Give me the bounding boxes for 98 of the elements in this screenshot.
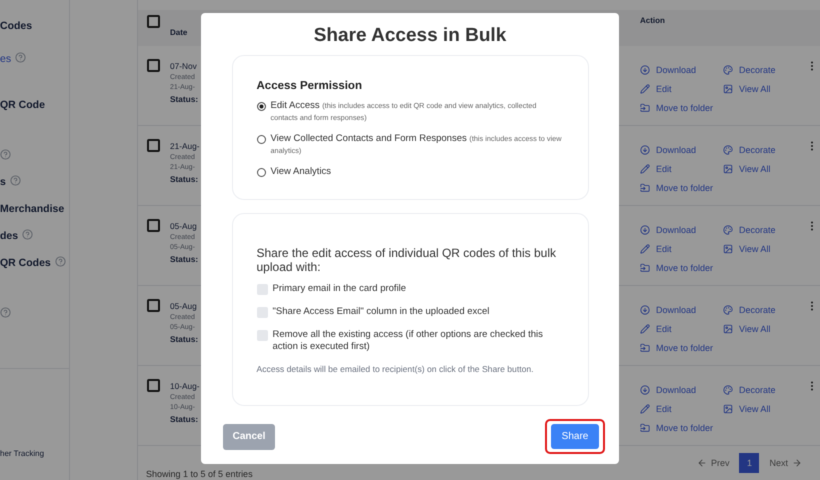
arrow-right-icon: [792, 458, 802, 468]
sidebar-item[interactable]: QR Code: [0, 99, 45, 111]
section-heading: Share the edit access of individual QR codes of this bulk upload with:: [256, 246, 557, 275]
checkbox[interactable]: [256, 284, 268, 295]
checkbox[interactable]: [147, 299, 160, 312]
checkbox[interactable]: [147, 139, 160, 152]
move-link[interactable]: Move to folder: [640, 418, 723, 437]
column-header: Action: [640, 16, 665, 25]
sidebar-item[interactable]: Merchandise: [0, 203, 64, 215]
section-heading: Access Permission: [256, 80, 363, 92]
pencil-icon: [640, 164, 650, 174]
download-link[interactable]: Download: [640, 300, 723, 319]
image-icon: [723, 164, 733, 174]
option-label: Remove all the existing access (if other options are checked this action is executed first): [272, 328, 544, 353]
move-link[interactable]: Move to folder: [640, 178, 723, 197]
edit-link[interactable]: Edit: [640, 319, 723, 338]
share-button[interactable]: Share: [551, 424, 599, 449]
image-icon: [723, 324, 733, 334]
pencil-icon: [640, 244, 650, 254]
download-icon: [640, 304, 650, 314]
info-note: Access details will be emailed to recipient(s) on click of the Share button.: [256, 364, 535, 374]
download-icon: [640, 144, 650, 154]
date-text: 07-Nov: [170, 61, 198, 71]
date-text: 05-Aug: [170, 301, 198, 311]
sidebar-item[interactable]: Codes: [0, 20, 32, 32]
decorate-link[interactable]: Decorate: [723, 220, 806, 239]
decorate-link[interactable]: Decorate: [723, 60, 806, 79]
status-label: Status:: [170, 334, 200, 344]
folder-icon: [640, 262, 650, 272]
edit-link[interactable]: Edit: [640, 239, 723, 258]
radio-button[interactable]: [256, 168, 266, 176]
pencil-icon: [640, 324, 650, 334]
status-label: Status:: [170, 174, 200, 184]
option-label: View Analytics: [270, 166, 332, 178]
download-link[interactable]: Download: [640, 140, 723, 159]
checkbox[interactable]: [147, 59, 160, 72]
arrow-left-icon: [696, 458, 707, 468]
status-label: Status:: [170, 94, 200, 104]
dialog-title: Share Access in Bulk: [314, 25, 506, 47]
pencil-icon: [640, 404, 650, 414]
edit-link[interactable]: Edit: [640, 79, 723, 98]
download-icon: [640, 64, 650, 74]
sidebar-item[interactable]: her Tracking: [0, 449, 69, 458]
status-label: Status:: [170, 414, 200, 424]
view-link[interactable]: View All: [723, 239, 806, 258]
decorate-link[interactable]: Decorate: [723, 140, 806, 159]
folder-icon: [640, 342, 650, 352]
page-button[interactable]: 1: [739, 452, 760, 472]
view-link[interactable]: View All: [723, 79, 806, 98]
checkbox[interactable]: [147, 219, 160, 232]
folder-icon: [640, 102, 650, 112]
date-text: 05-Aug: [170, 221, 198, 231]
move-link[interactable]: Move to folder: [640, 258, 723, 277]
date-text: 21-Aug-: [170, 141, 200, 151]
palette-icon: [723, 304, 733, 314]
option-label: Primary email in the card profile: [272, 282, 406, 295]
next-button[interactable]: Next: [759, 458, 812, 468]
image-icon: [723, 84, 733, 94]
palette-icon: [723, 64, 733, 74]
checkbox[interactable]: [256, 306, 268, 318]
checkbox[interactable]: [147, 15, 160, 28]
checkbox[interactable]: [147, 379, 160, 392]
decorate-link[interactable]: Decorate: [723, 300, 806, 319]
download-icon: [640, 224, 650, 234]
move-link[interactable]: Move to folder: [640, 98, 723, 117]
checkbox[interactable]: [256, 330, 268, 341]
entries-info: Showing 1 to 5 of 5 entries: [146, 468, 253, 478]
column-header: Date: [170, 28, 188, 39]
palette-icon: [723, 384, 733, 394]
pencil-icon: [640, 84, 650, 94]
view-link[interactable]: View All: [723, 399, 806, 418]
sidebar-link[interactable]: es: [0, 53, 12, 65]
prev-button[interactable]: Prev: [686, 458, 740, 468]
palette-icon: [723, 224, 733, 234]
cancel-button[interactable]: Cancel: [223, 424, 275, 450]
decorate-link[interactable]: Decorate: [723, 380, 806, 399]
folder-icon: [640, 422, 650, 432]
download-link[interactable]: Download: [640, 60, 723, 79]
radio-button[interactable]: [256, 134, 266, 144]
sidebar-item[interactable]: des: [0, 230, 18, 242]
move-link[interactable]: Move to folder: [640, 338, 723, 357]
folder-icon: [640, 182, 650, 192]
download-link[interactable]: Download: [640, 380, 723, 399]
edit-link[interactable]: Edit: [640, 159, 723, 178]
palette-icon: [723, 144, 733, 154]
download-link[interactable]: Download: [640, 220, 723, 239]
image-icon: [723, 404, 733, 414]
download-icon: [640, 384, 650, 394]
view-link[interactable]: View All: [723, 159, 806, 178]
sidebar-item[interactable]: s: [0, 176, 6, 188]
image-icon: [723, 244, 733, 254]
sidebar-item[interactable]: QR Codes: [0, 257, 51, 269]
option-label: "Share Access Email" column in the uploaded excel: [272, 306, 490, 318]
view-link[interactable]: View All: [723, 319, 806, 338]
status-label: Status:: [170, 254, 200, 264]
date-text: 10-Aug-: [170, 381, 200, 391]
edit-link[interactable]: Edit: [640, 399, 723, 418]
radio-button[interactable]: [256, 102, 266, 111]
